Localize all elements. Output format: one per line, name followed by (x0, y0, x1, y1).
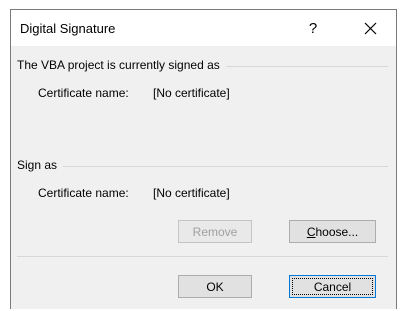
current-cert-label: Certificate name: (38, 86, 129, 100)
current-cert-value: [No certificate] (153, 86, 230, 100)
footer-divider (17, 256, 388, 257)
close-icon (364, 22, 376, 34)
close-button[interactable] (347, 10, 393, 46)
cancel-button[interactable]: Cancel (289, 275, 376, 298)
current-section-heading: The VBA project is currently signed as (17, 58, 226, 72)
focus-rectangle (292, 278, 373, 295)
sign-as-heading: Sign as (17, 158, 64, 172)
sign-as-cert-value: [No certificate] (153, 186, 230, 200)
ok-button[interactable]: OK (178, 275, 252, 298)
help-button[interactable]: ? (294, 10, 332, 46)
choose-label: hoose... (315, 224, 359, 239)
choose-button[interactable]: Choose... (289, 220, 376, 243)
title-bar: Digital Signature ? (11, 10, 396, 46)
digital-signature-dialog: Digital Signature ? The VBA project is c… (10, 9, 397, 309)
dialog-title: Digital Signature (20, 21, 116, 36)
sign-as-section-divider (17, 166, 388, 167)
sign-as-cert-label: Certificate name: (38, 186, 129, 200)
choose-mnemonic: C (306, 224, 316, 239)
remove-button[interactable]: Remove (178, 220, 252, 243)
